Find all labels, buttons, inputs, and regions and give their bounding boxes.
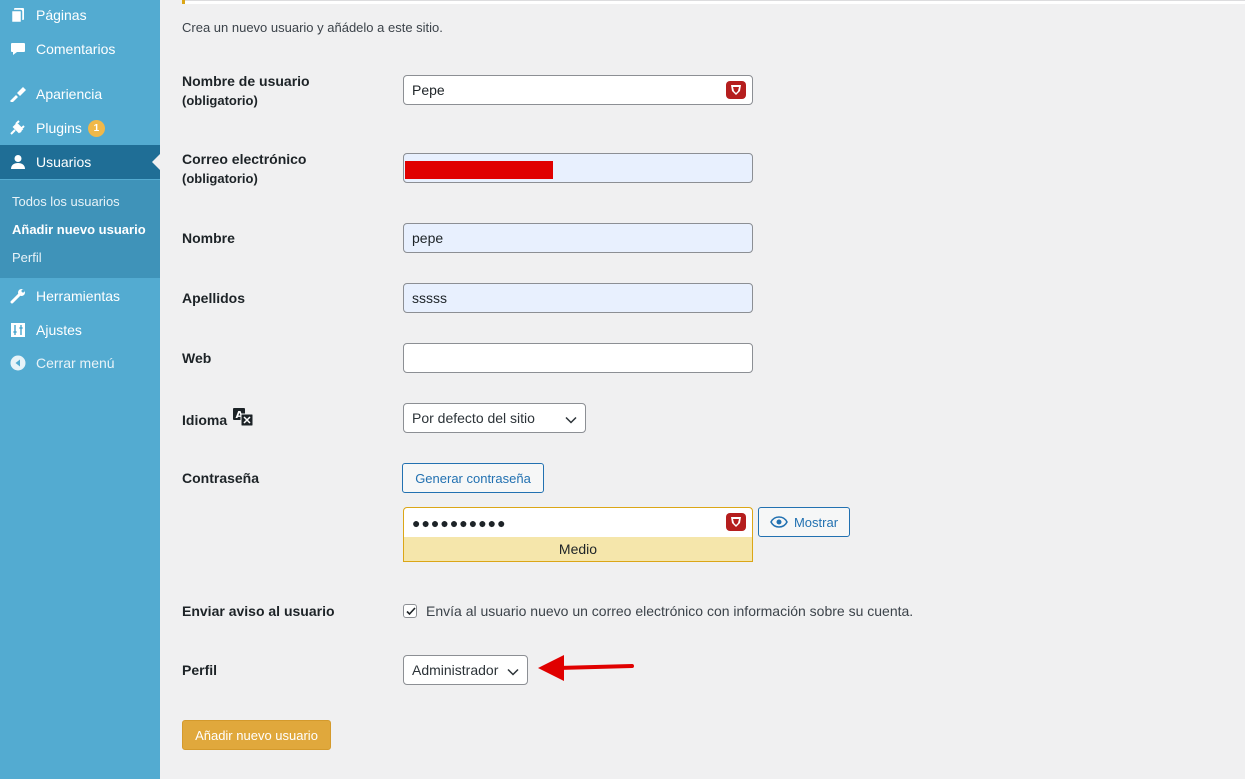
username-value: Pepe bbox=[412, 82, 445, 98]
language-value: Por defecto del sitio bbox=[412, 410, 535, 426]
menu-item-settings[interactable]: Ajustes bbox=[0, 313, 160, 347]
menu-label: Páginas bbox=[36, 7, 87, 23]
notify-text: Envía al usuario nuevo un correo electró… bbox=[426, 603, 914, 619]
red-arrow-annotation bbox=[538, 655, 634, 681]
appearance-icon bbox=[0, 86, 36, 102]
menu-label: Herramientas bbox=[36, 288, 121, 304]
email-label: Correo electrónico (obligatorio) bbox=[182, 149, 306, 189]
submenu-add-new-user[interactable]: Añadir nuevo usuario bbox=[12, 222, 146, 237]
menu-item-users[interactable]: Usuarios bbox=[0, 145, 160, 179]
menu-item-plugins[interactable]: Plugins 1 bbox=[0, 111, 160, 145]
generate-password-button[interactable]: Generar contraseña bbox=[402, 463, 544, 493]
password-value: ●●●●●●●●●● bbox=[412, 514, 507, 531]
show-password-label: Mostrar bbox=[793, 514, 839, 530]
settings-icon bbox=[0, 322, 36, 338]
tools-icon bbox=[0, 288, 36, 304]
collapse-menu-button[interactable]: Cerrar menú bbox=[0, 346, 160, 380]
users-submenu: Todos los usuarios Añadir nuevo usuario … bbox=[0, 180, 160, 278]
language-select[interactable]: Por defecto del sitio bbox=[403, 403, 586, 433]
admin-sidebar: Páginas Comentarios Apariencia Plugins 1… bbox=[0, 0, 160, 779]
pages-icon bbox=[0, 7, 36, 23]
last-name-field[interactable]: sssss bbox=[403, 283, 753, 313]
role-label: Perfil bbox=[182, 662, 218, 678]
first-name-field[interactable]: pepe bbox=[403, 223, 753, 253]
menu-label: Apariencia bbox=[36, 86, 103, 102]
page-intro: Crea un nuevo usuario y añádelo a este s… bbox=[182, 20, 443, 35]
checkmark-icon bbox=[406, 607, 416, 616]
submenu-all-users[interactable]: Todos los usuarios bbox=[12, 194, 120, 209]
notice-edge bbox=[182, 0, 1245, 4]
notify-checkbox[interactable] bbox=[403, 604, 417, 618]
email-field[interactable] bbox=[403, 153, 753, 183]
menu-label: Comentarios bbox=[36, 41, 116, 57]
password-field[interactable]: ●●●●●●●●●● bbox=[403, 507, 753, 537]
chevron-down-icon bbox=[565, 413, 577, 429]
update-count-badge: 1 bbox=[87, 119, 105, 137]
brave-lion-icon[interactable] bbox=[726, 81, 746, 99]
language-label: Idioma A bbox=[182, 408, 254, 431]
last-name-value: sssss bbox=[412, 290, 447, 306]
first-name-value: pepe bbox=[412, 230, 444, 246]
collapse-icon bbox=[0, 355, 36, 371]
role-select[interactable]: Administrador bbox=[403, 655, 528, 685]
plugins-icon bbox=[0, 120, 36, 136]
notify-label: Enviar aviso al usuario bbox=[182, 603, 335, 619]
required-note: (obligatorio) bbox=[182, 171, 258, 186]
menu-label: Cerrar menú bbox=[36, 355, 115, 371]
users-icon bbox=[0, 154, 36, 170]
website-field[interactable] bbox=[403, 343, 753, 373]
menu-item-appearance[interactable]: Apariencia bbox=[0, 77, 160, 111]
redaction-mark bbox=[405, 161, 553, 179]
username-label: Nombre de usuario (obligatorio) bbox=[182, 71, 310, 111]
show-password-button[interactable]: Mostrar bbox=[758, 507, 850, 537]
role-value: Administrador bbox=[412, 662, 499, 678]
password-label: Contraseña bbox=[182, 470, 260, 486]
menu-item-tools[interactable]: Herramientas bbox=[0, 279, 160, 313]
eye-icon bbox=[770, 516, 788, 528]
chevron-down-icon bbox=[507, 665, 519, 681]
menu-label: Usuarios bbox=[36, 154, 92, 170]
translation-icon: A bbox=[233, 408, 254, 431]
website-label: Web bbox=[182, 350, 212, 366]
menu-label: Ajustes bbox=[36, 322, 82, 338]
menu-item-pages[interactable]: Páginas bbox=[0, 0, 160, 32]
username-field[interactable]: Pepe bbox=[403, 75, 753, 105]
menu-label: Plugins bbox=[36, 120, 82, 136]
first-name-label: Nombre bbox=[182, 230, 235, 246]
menu-item-comments[interactable]: Comentarios bbox=[0, 32, 160, 66]
password-strength-meter: Medio bbox=[403, 537, 753, 562]
required-note: (obligatorio) bbox=[182, 93, 258, 108]
brave-lion-icon[interactable] bbox=[726, 513, 746, 531]
add-new-user-button[interactable]: Añadir nuevo usuario bbox=[182, 720, 331, 750]
last-name-label: Apellidos bbox=[182, 290, 246, 306]
submenu-profile[interactable]: Perfil bbox=[12, 250, 42, 265]
comments-icon bbox=[0, 41, 36, 57]
